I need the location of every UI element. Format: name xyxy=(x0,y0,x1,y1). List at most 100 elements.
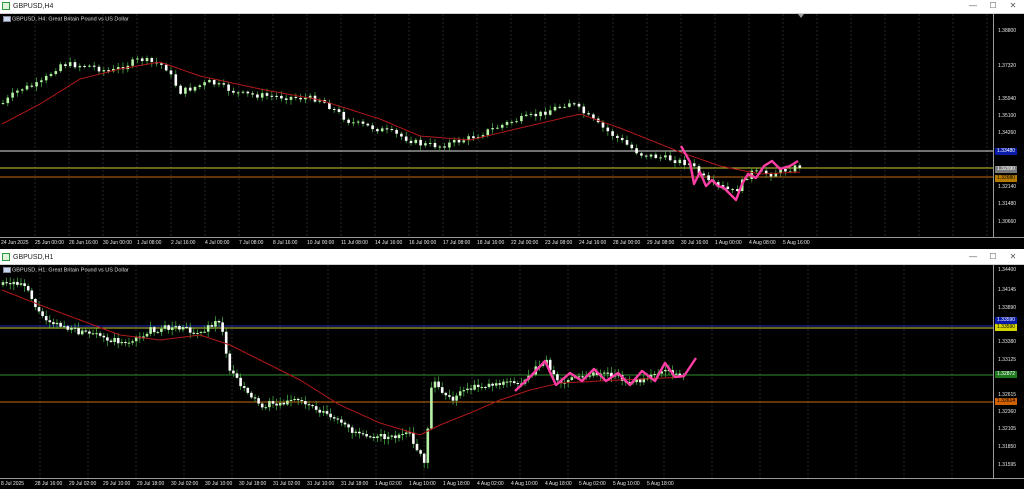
time-axis[interactable]: 24 Jun 2025 25 Jun 00:00 26 Jun 16:00 30 Ju… xyxy=(0,237,1024,249)
candle-body xyxy=(203,331,206,333)
candle-body xyxy=(102,335,106,338)
price-chart-area[interactable]: GBPUSD, H4: Great Britain Pound vs US Do… xyxy=(0,14,993,237)
candle-body xyxy=(361,433,365,435)
candle-body xyxy=(88,331,91,334)
price-axis[interactable]: 1.38800 1.37320 1.35940 1.34260 1.35100 1.321… xyxy=(993,14,1024,237)
candle-body xyxy=(308,95,312,98)
candle-body xyxy=(793,165,797,172)
candle-body xyxy=(307,404,311,406)
candle-body xyxy=(784,168,787,172)
candle-body xyxy=(289,96,293,100)
chart-window-h1[interactable]: GBPUSD,H1 — ☐ ✕ GBPUSD, H1: Great Britai… xyxy=(0,251,1024,489)
candle-body xyxy=(587,113,590,115)
candle-body xyxy=(188,87,192,91)
time-tick-label: 4 Jul 00:00 xyxy=(205,240,230,246)
candle-body xyxy=(294,96,298,98)
candle-body xyxy=(174,326,178,328)
candle-body xyxy=(54,71,58,75)
candle-body xyxy=(602,372,606,374)
candle-body xyxy=(78,65,82,68)
candle-body xyxy=(1,282,5,285)
candle-body xyxy=(484,386,487,388)
candle-body xyxy=(415,443,419,451)
window-titlebar[interactable]: GBPUSD,H1 — ☐ ✕ xyxy=(0,251,1024,265)
candle-body xyxy=(246,387,250,393)
candle-body xyxy=(199,331,203,333)
candle-body xyxy=(472,136,475,139)
price-tick-label: 1.33125 xyxy=(998,357,1017,363)
price-tick-label: 1.35940 xyxy=(998,96,1017,102)
candle-body xyxy=(462,390,466,392)
candle-body xyxy=(473,384,476,390)
candle-body xyxy=(102,70,106,72)
candle-body xyxy=(260,93,264,98)
candle-body xyxy=(193,86,197,91)
price-level-tag: 1.32990 xyxy=(995,166,1018,173)
minimize-button[interactable]: — xyxy=(966,252,980,262)
candle-body xyxy=(179,85,182,94)
candle-body xyxy=(678,159,682,164)
candle-body xyxy=(702,173,706,176)
candle-body xyxy=(311,405,314,407)
candle-body xyxy=(494,383,498,386)
candle-body xyxy=(552,370,556,375)
candle-body xyxy=(386,436,390,440)
candle-body xyxy=(438,146,442,148)
candle-body xyxy=(401,434,404,436)
time-tick-label: 24 Jul 16:00 xyxy=(579,240,607,246)
candle-body xyxy=(55,322,59,325)
candle-body xyxy=(451,396,455,401)
candle-body xyxy=(145,333,149,337)
candle-body xyxy=(365,434,368,437)
candle-body xyxy=(275,95,278,97)
candle-body xyxy=(340,419,343,423)
candle-body xyxy=(8,283,12,285)
window-titlebar[interactable]: GBPUSD,H4 — ☐ ✕ xyxy=(0,0,1024,14)
candle-body xyxy=(52,322,55,325)
time-tick-label: 14 Jul 16:00 xyxy=(375,240,403,246)
candle-body xyxy=(433,381,437,388)
candle-body xyxy=(232,370,235,374)
candle-body xyxy=(352,122,355,124)
candle-body xyxy=(275,403,278,406)
candle-body xyxy=(170,327,174,330)
candle-body xyxy=(347,119,350,123)
candle-body xyxy=(444,392,448,396)
candle-body xyxy=(342,111,346,120)
candle-body xyxy=(251,93,254,95)
candle-body xyxy=(131,59,134,66)
candle-body xyxy=(462,140,466,143)
chart-window-h4[interactable]: GBPUSD,H4 — ☐ ✕ GBPUSD, H4: Great Britai… xyxy=(0,0,1024,249)
candle-body xyxy=(116,338,120,344)
candlestick-chart xyxy=(0,265,993,478)
time-tick-label: 30 Jul 18:00 xyxy=(239,481,267,487)
candle-body xyxy=(347,424,350,428)
maximize-button[interactable]: ☐ xyxy=(986,252,1000,262)
price-tick-label: 1.32105 xyxy=(998,426,1017,432)
price-chart-area[interactable]: GBPUSD, H1: Great Britain Pound vs US Do… xyxy=(0,265,993,478)
time-axis[interactable]: 8 Jul 2025 28 Jul 16:00 29 Jul 02:00 29 Jul… xyxy=(0,478,1024,489)
candle-body xyxy=(556,374,559,381)
candle-body xyxy=(318,409,322,413)
minimize-button[interactable]: — xyxy=(966,1,980,11)
time-tick-label: 1 Aug 18:00 xyxy=(443,481,470,487)
candle-body xyxy=(160,63,163,65)
candle-body xyxy=(644,155,648,157)
candle-body xyxy=(368,436,372,438)
candle-body xyxy=(253,397,257,399)
candle-body xyxy=(246,91,250,94)
candle-body xyxy=(337,109,341,112)
price-tick-label: 1.38800 xyxy=(998,28,1017,34)
candle-body xyxy=(452,139,456,143)
close-button[interactable]: ✕ xyxy=(1006,252,1020,262)
close-button[interactable]: ✕ xyxy=(1006,1,1020,11)
candle-body xyxy=(635,148,638,154)
maximize-button[interactable]: ☐ xyxy=(986,1,1000,11)
candle-body xyxy=(16,90,19,93)
candle-body xyxy=(611,131,614,136)
candle-body xyxy=(206,325,210,332)
candle-body xyxy=(491,383,494,386)
candle-body xyxy=(12,281,16,285)
price-level-tag: 1.33590 xyxy=(995,324,1018,331)
price-axis[interactable]: 1.34400 1.34145 1.33890 1.33380 1.33125 1.326… xyxy=(993,265,1024,478)
